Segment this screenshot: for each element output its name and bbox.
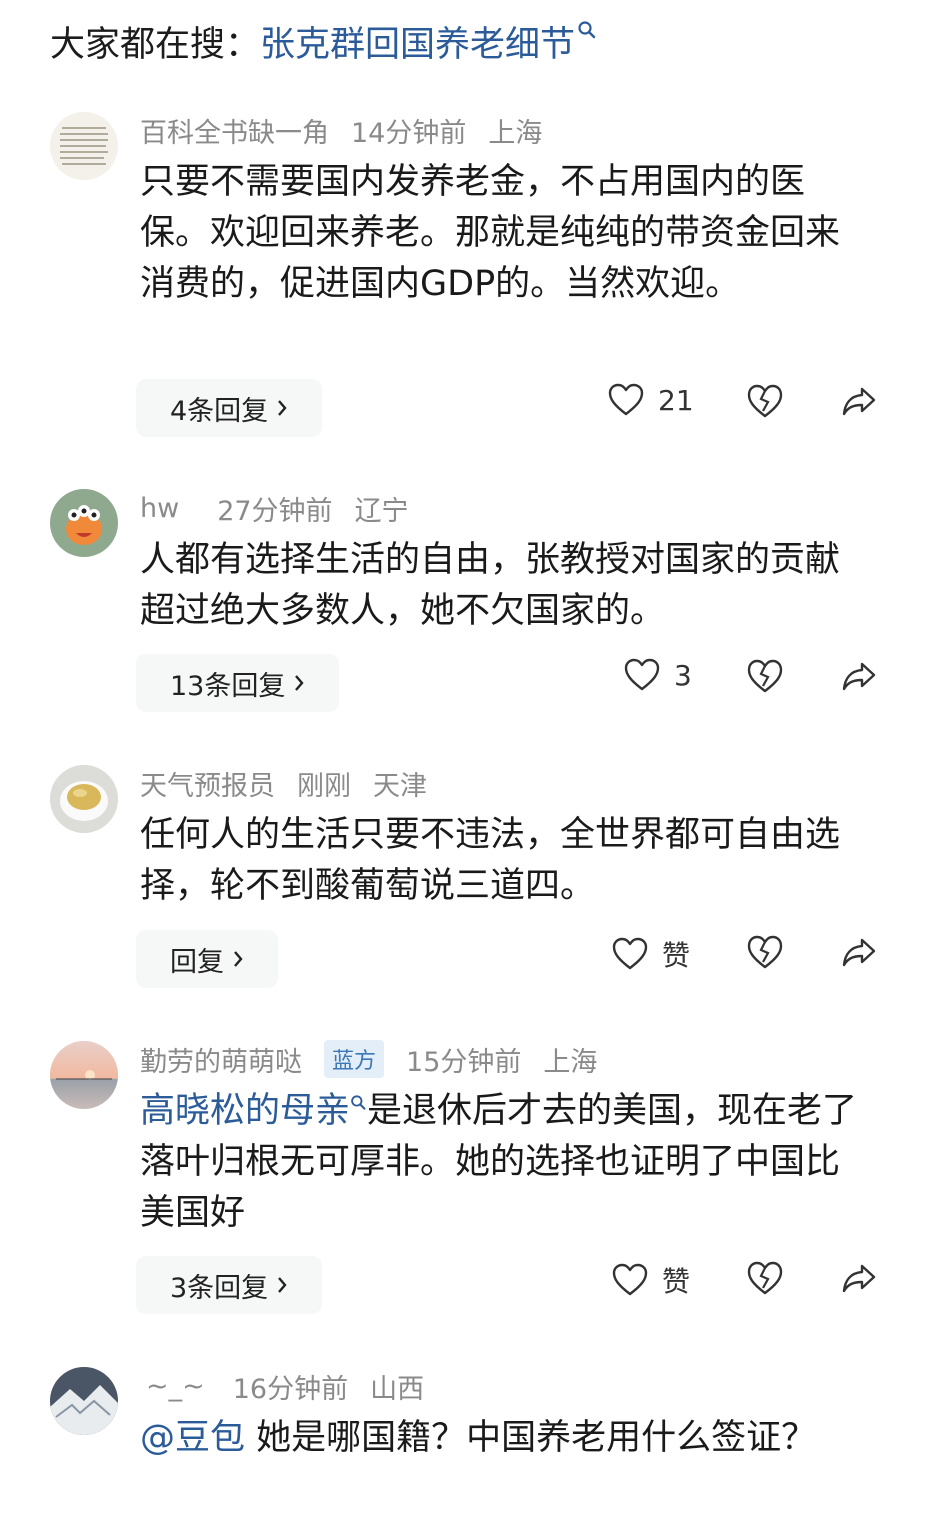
username[interactable]: hw — [140, 493, 179, 524]
share-icon[interactable] — [840, 383, 878, 419]
username[interactable]: 勤劳的萌萌哒 — [140, 1040, 302, 1079]
avatar[interactable] — [50, 765, 118, 833]
comment-text-content: 她是哪国籍？中国养老用什么签证？ — [256, 1418, 817, 1458]
avatar[interactable] — [50, 112, 118, 180]
comment-text: @豆包 她是哪国籍？中国养老用什么签证？ — [140, 1413, 860, 1464]
trending-label: 大家都在搜： — [50, 24, 261, 65]
comment-text: 任何人的生活只要不违法，全世界都可自由选择，轮不到酸葡萄说三道四。 — [140, 815, 841, 906]
avatar[interactable] — [50, 1041, 118, 1109]
username[interactable]: 百科全书缺一角 — [140, 111, 329, 150]
like-button[interactable]: 21 — [608, 383, 694, 417]
comment-meta: 勤劳的萌萌哒 蓝方 15分钟前 上海 — [140, 1039, 619, 1079]
search-icon — [351, 1095, 366, 1110]
dislike-icon[interactable] — [746, 658, 784, 694]
comment-meta: 天气预报员 刚刚 天津 — [140, 763, 449, 803]
share-icon[interactable] — [840, 1260, 878, 1296]
avatar[interactable] — [50, 1367, 118, 1435]
comment-meta: hw 27分钟前 辽宁 — [140, 488, 431, 528]
heart-icon — [612, 937, 648, 970]
location: 上海 — [488, 117, 543, 149]
trending-search-link[interactable]: 张克群回国养老细节 — [260, 16, 575, 67]
like-count: 21 — [658, 383, 694, 417]
trending-search-bar: 大家都在搜： 张克群回国养老细节 — [50, 16, 597, 66]
timestamp: 刚刚 — [297, 770, 351, 802]
like-count: 3 — [674, 658, 692, 692]
comment-meta: ~_~ 16分钟前 山西 — [140, 1366, 446, 1406]
share-icon[interactable] — [840, 658, 878, 694]
username[interactable]: 天气预报员 — [140, 764, 275, 803]
timestamp: 16分钟前 — [232, 1373, 349, 1405]
like-button[interactable]: 赞 — [612, 1260, 690, 1300]
user-badge: 蓝方 — [324, 1040, 385, 1078]
share-icon[interactable] — [840, 934, 878, 970]
like-button[interactable]: 赞 — [612, 934, 690, 974]
timestamp: 15分钟前 — [406, 1046, 522, 1078]
location: 辽宁 — [354, 495, 409, 527]
location: 上海 — [543, 1046, 598, 1078]
comment-meta: 百科全书缺一角 14分钟前 上海 — [140, 110, 564, 150]
heart-icon — [624, 658, 660, 691]
avatar[interactable] — [50, 489, 118, 557]
dislike-icon[interactable] — [746, 1260, 784, 1296]
username[interactable]: ~_~ — [146, 1371, 205, 1402]
mention-link[interactable]: @豆包 — [140, 1418, 245, 1458]
comment-text: 高晓松的母亲 是退休后才去的美国，现在老了落叶归根无可厚非。她的选择也证明了中国比… — [140, 1086, 860, 1239]
timestamp: 27分钟前 — [217, 495, 333, 527]
comment-text: 人都有选择生活的自由，张教授对国家的贡献超过绝大多数人，她不欠国家的。 — [140, 540, 841, 631]
search-link[interactable]: 高晓松的母亲 — [140, 1091, 350, 1131]
location: 山西 — [370, 1373, 425, 1405]
search-icon — [578, 21, 596, 39]
like-label: 赞 — [662, 939, 691, 972]
comment-text: 只要不需要国内发养老金，不占用国内的医保。欢迎回来养老。那就是纯纯的带资金回来消… — [140, 162, 841, 304]
heart-icon — [612, 1263, 648, 1296]
like-button[interactable]: 3 — [624, 658, 692, 692]
dislike-icon[interactable] — [746, 383, 784, 419]
dislike-icon[interactable] — [746, 934, 784, 970]
heart-icon — [608, 383, 644, 416]
timestamp: 14分钟前 — [351, 117, 467, 149]
location: 天津 — [373, 770, 427, 802]
like-label: 赞 — [662, 1265, 691, 1298]
